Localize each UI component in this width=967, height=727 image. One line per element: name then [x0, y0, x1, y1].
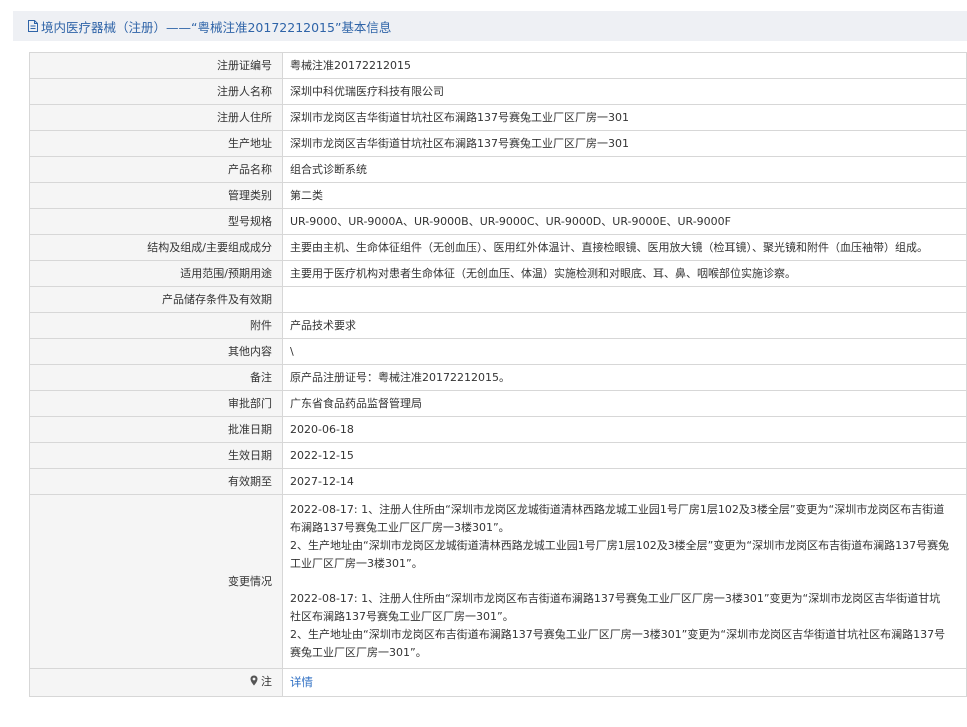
row-label: 注册证编号	[29, 52, 283, 79]
row-value: 主要由主机、生命体征组件（无创血压）、医用红外体温计、直接检眼镜、医用放大镜（检…	[282, 234, 967, 261]
row-label: 型号规格	[29, 208, 283, 235]
table-row: 注册人名称 深圳中科优瑞医疗科技有限公司	[29, 78, 967, 105]
change-entry: 2022-08-17: 1、注册人住所由“深圳市龙岗区布吉街道布澜路137号赛兔…	[290, 590, 950, 662]
change-line: 2022-08-17: 1、注册人住所由“深圳市龙岗区龙城街道清林西路龙城工业园…	[290, 503, 945, 534]
row-value: 深圳市龙岗区吉华街道甘坑社区布澜路137号赛兔工业厂区厂房一301	[282, 130, 967, 157]
change-history-label: 变更情况	[29, 494, 283, 669]
change-line: 2、生产地址由“深圳市龙岗区布吉街道布澜路137号赛兔工业厂区厂房一3楼301”…	[290, 628, 946, 659]
row-label: 生效日期	[29, 442, 283, 469]
table-row: 管理类别 第二类	[29, 182, 967, 209]
table-row: 审批部门 广东省食品药品监督管理局	[29, 390, 967, 417]
row-label: 备注	[29, 364, 283, 391]
row-value	[282, 286, 967, 313]
row-label: 适用范围/预期用途	[29, 260, 283, 287]
table-row: 产品储存条件及有效期	[29, 286, 967, 313]
table-row: 备注 原产品注册证号：粤械注准20172212015。	[29, 364, 967, 391]
change-spacer	[290, 573, 950, 590]
row-label: 审批部门	[29, 390, 283, 417]
table-row: 适用范围/预期用途 主要用于医疗机构对患者生命体征（无创血压、体温）实施检测和对…	[29, 260, 967, 287]
row-value: 产品技术要求	[282, 312, 967, 339]
row-value: 深圳中科优瑞医疗科技有限公司	[282, 78, 967, 105]
row-label: 产品名称	[29, 156, 283, 183]
row-label: 管理类别	[29, 182, 283, 209]
row-label: 附件	[29, 312, 283, 339]
note-label: 注	[261, 675, 272, 688]
table-row: 注册人住所 深圳市龙岗区吉华街道甘坑社区布澜路137号赛兔工业厂区厂房一301	[29, 104, 967, 131]
table-row: 批准日期 2020-06-18	[29, 416, 967, 443]
page-title: 境内医疗器械（注册）——“粤械注准20172212015”基本信息	[41, 19, 392, 35]
row-value: 2022-12-15	[282, 442, 967, 469]
table-row: 生效日期 2022-12-15	[29, 442, 967, 469]
document-icon	[27, 19, 39, 33]
change-history-value: 2022-08-17: 1、注册人住所由“深圳市龙岗区龙城街道清林西路龙城工业园…	[282, 494, 967, 669]
note-row: 注 详情	[29, 668, 967, 697]
table-row: 生产地址 深圳市龙岗区吉华街道甘坑社区布澜路137号赛兔工业厂区厂房一301	[29, 130, 967, 157]
table-row: 型号规格 UR-9000、UR-9000A、UR-9000B、UR-9000C、…	[29, 208, 967, 235]
row-value: 第二类	[282, 182, 967, 209]
row-value: 组合式诊断系统	[282, 156, 967, 183]
row-value: \	[282, 338, 967, 365]
table-row: 其他内容 \	[29, 338, 967, 365]
note-value: 详情	[282, 668, 967, 697]
row-label: 批准日期	[29, 416, 283, 443]
row-label: 有效期至	[29, 468, 283, 495]
row-label: 注册人名称	[29, 78, 283, 105]
change-line: 2022-08-17: 1、注册人住所由“深圳市龙岗区布吉街道布澜路137号赛兔…	[290, 592, 941, 623]
row-value: 原产品注册证号：粤械注准20172212015。	[282, 364, 967, 391]
row-label: 结构及组成/主要组成成分	[29, 234, 283, 261]
table-row: 结构及组成/主要组成成分 主要由主机、生命体征组件（无创血压）、医用红外体温计、…	[29, 234, 967, 261]
row-value: 深圳市龙岗区吉华街道甘坑社区布澜路137号赛兔工业厂区厂房一301	[282, 104, 967, 131]
info-table: 注册证编号 粤械注准20172212015 注册人名称 深圳中科优瑞医疗科技有限…	[29, 52, 967, 697]
table-row: 有效期至 2027-12-14	[29, 468, 967, 495]
note-label-cell: 注	[29, 668, 283, 697]
row-label: 注册人住所	[29, 104, 283, 131]
change-history-row: 变更情况 2022-08-17: 1、注册人住所由“深圳市龙岗区龙城街道清林西路…	[29, 494, 967, 669]
map-pin-icon	[250, 674, 258, 692]
row-label: 产品储存条件及有效期	[29, 286, 283, 313]
row-value: 主要用于医疗机构对患者生命体征（无创血压、体温）实施检测和对眼底、耳、鼻、咽喉部…	[282, 260, 967, 287]
page-header: 境内医疗器械（注册）——“粤械注准20172212015”基本信息	[13, 11, 967, 41]
row-label: 生产地址	[29, 130, 283, 157]
table-row: 附件 产品技术要求	[29, 312, 967, 339]
table-row: 注册证编号 粤械注准20172212015	[29, 52, 967, 79]
table-row: 产品名称 组合式诊断系统	[29, 156, 967, 183]
details-link[interactable]: 详情	[290, 675, 313, 689]
row-label: 其他内容	[29, 338, 283, 365]
row-value: 2027-12-14	[282, 468, 967, 495]
row-value: 粤械注准20172212015	[282, 52, 967, 79]
row-value: UR-9000、UR-9000A、UR-9000B、UR-9000C、UR-90…	[282, 208, 967, 235]
change-entry: 2022-08-17: 1、注册人住所由“深圳市龙岗区龙城街道清林西路龙城工业园…	[290, 501, 950, 573]
change-line: 2、生产地址由“深圳市龙岗区龙城街道清林西路龙城工业园1号厂房1层102及3楼全…	[290, 539, 950, 570]
row-value: 广东省食品药品监督管理局	[282, 390, 967, 417]
row-value: 2020-06-18	[282, 416, 967, 443]
